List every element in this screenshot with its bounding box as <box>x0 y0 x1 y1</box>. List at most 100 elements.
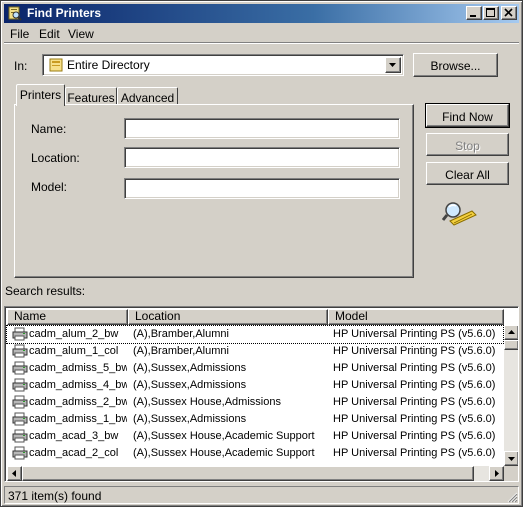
browse-button-label: Browse... <box>430 59 481 73</box>
stop-label: Stop <box>455 139 480 153</box>
resize-grip-icon[interactable] <box>506 491 518 503</box>
printer-icon <box>12 378 28 392</box>
search-magnifier-icon <box>442 202 477 226</box>
printer-icon <box>12 361 28 375</box>
scope-dropdown-button[interactable] <box>385 57 401 73</box>
row-model: HP Universal Printing PS (v5.6.0) <box>333 396 496 408</box>
row-model: HP Universal Printing PS (v5.6.0) <box>333 413 496 425</box>
model-input[interactable] <box>124 178 400 199</box>
row-location: (A),Bramber,Alumni <box>133 328 229 340</box>
minimize-button[interactable] <box>466 6 482 20</box>
table-row[interactable]: cadm_acad_3_bw (A),Sussex House,Academic … <box>7 428 503 445</box>
table-row[interactable]: cadm_admiss_5_bw (A),Sussex,Admissions HP … <box>7 360 503 377</box>
arrow-left-icon <box>12 470 16 477</box>
printer-icon <box>12 395 28 409</box>
row-location: (A),Sussex House,Academic Support <box>133 447 315 459</box>
scroll-right-button[interactable] <box>489 466 504 481</box>
menu-view[interactable]: View <box>68 27 94 41</box>
column-model-label: Model <box>335 309 368 323</box>
find-printers-icon <box>8 6 22 21</box>
tab-printers[interactable]: Printers <box>16 84 65 106</box>
row-location: (A),Sussex House,Admissions <box>133 396 281 408</box>
row-location: (A),Sussex,Admissions <box>133 379 247 391</box>
menu-bar: File Edit View <box>4 24 519 42</box>
row-model: HP Universal Printing PS (v5.6.0) <box>333 447 496 459</box>
table-row[interactable]: cadm_admiss_4_bw (A),Sussex,Admissions HP … <box>7 377 503 394</box>
scrollbar-corner <box>504 466 518 481</box>
row-name: cadm_alum_2_bw <box>29 328 119 340</box>
column-name-label: Name <box>14 309 47 323</box>
menu-separator <box>4 42 519 44</box>
tab-features-label: Features <box>67 91 115 105</box>
printer-icon <box>12 327 28 341</box>
table-row[interactable]: cadm_admiss_1_bw (A),Sussex,Admissions HP … <box>7 411 503 428</box>
printer-icon <box>12 429 28 443</box>
row-location: (A),Sussex House,Academic Support <box>133 430 315 442</box>
scope-selected-value: Entire Directory <box>67 58 150 72</box>
location-input[interactable] <box>124 147 400 168</box>
row-name: cadm_acad_3_bw <box>29 430 119 442</box>
window-title: Find Printers <box>27 6 102 20</box>
clear-all-label: Clear All <box>445 168 490 182</box>
status-bar: 371 item(s) found <box>4 485 519 504</box>
scroll-left-button[interactable] <box>7 466 22 481</box>
maximize-button[interactable] <box>483 6 499 20</box>
row-model: HP Universal Printing PS (v5.6.0) <box>333 430 496 442</box>
directory-icon <box>49 58 63 72</box>
result-count-text: 371 item(s) found <box>8 489 102 503</box>
arrow-right-icon <box>495 470 499 477</box>
results-list[interactable]: Name Location Model cadm_alum_2_bw (A),Br… <box>4 306 519 482</box>
table-row[interactable]: cadm_alum_2_bw (A),Bramber,Alumni HP Unive… <box>6 325 504 344</box>
row-name: cadm_admiss_2_bw <box>29 396 127 408</box>
column-header-model[interactable]: Model <box>328 309 504 325</box>
horizontal-scroll-thumb[interactable] <box>22 466 474 481</box>
scroll-down-button[interactable] <box>504 451 518 466</box>
row-name: cadm_admiss_1_bw <box>29 413 127 425</box>
printers-tab-panel: Name: Location: Model: <box>14 104 414 278</box>
stop-button[interactable]: Stop <box>426 133 509 156</box>
model-label: Model: <box>31 180 68 194</box>
find-now-button[interactable]: Find Now <box>425 103 510 128</box>
column-header-location[interactable]: Location <box>128 309 328 325</box>
row-model: HP Universal Printing PS (v5.6.0) <box>333 345 496 357</box>
printer-icon <box>12 446 28 460</box>
row-model: HP Universal Printing PS (v5.6.0) <box>333 379 496 391</box>
name-input[interactable] <box>124 118 400 139</box>
vertical-scroll-thumb[interactable] <box>504 340 518 350</box>
tab-advanced-label: Advanced <box>120 91 175 105</box>
vertical-scrollbar[interactable] <box>504 325 518 466</box>
table-row[interactable]: cadm_admiss_2_bw (A),Sussex House,Admissi… <box>7 394 503 411</box>
row-location: (A),Sussex,Admissions <box>133 362 247 374</box>
row-model: HP Universal Printing PS (v5.6.0) <box>333 362 496 374</box>
title-bar[interactable]: Find Printers <box>4 4 519 23</box>
search-results-label: Search results: <box>5 284 86 298</box>
row-location: (A),Sussex,Admissions <box>133 413 247 425</box>
close-button[interactable] <box>501 6 517 20</box>
location-label: Location: <box>31 151 80 165</box>
browse-button[interactable]: Browse... <box>413 53 498 77</box>
arrow-up-icon <box>508 330 515 334</box>
chevron-down-icon <box>389 63 396 67</box>
menu-file[interactable]: File <box>10 27 29 41</box>
horizontal-scrollbar[interactable] <box>7 466 504 481</box>
scroll-up-button[interactable] <box>504 325 518 340</box>
column-header-name[interactable]: Name <box>7 309 128 325</box>
name-label: Name: <box>31 122 67 136</box>
column-location-label: Location <box>135 309 181 323</box>
menu-edit[interactable]: Edit <box>39 27 60 41</box>
clear-all-button[interactable]: Clear All <box>426 162 509 185</box>
arrow-down-icon <box>508 457 515 461</box>
row-name: cadm_alum_1_col <box>29 345 119 357</box>
scope-combobox[interactable]: Entire Directory <box>42 54 404 76</box>
row-name: cadm_admiss_4_bw <box>29 379 127 391</box>
row-name: cadm_acad_2_col <box>29 447 119 459</box>
find-printers-window: Find Printers File Edit View In: Entire … <box>0 0 523 507</box>
table-row[interactable]: cadm_alum_1_col (A),Bramber,Alumni HP Univ… <box>7 343 503 360</box>
row-name: cadm_admiss_5_bw <box>29 362 127 374</box>
table-row[interactable]: cadm_acad_2_col (A),Sussex House,Academic… <box>7 445 503 462</box>
maximize-icon <box>486 8 495 17</box>
close-icon <box>504 8 513 17</box>
in-label: In: <box>14 59 28 73</box>
printer-icon <box>12 344 28 358</box>
row-location: (A),Bramber,Alumni <box>133 345 229 357</box>
